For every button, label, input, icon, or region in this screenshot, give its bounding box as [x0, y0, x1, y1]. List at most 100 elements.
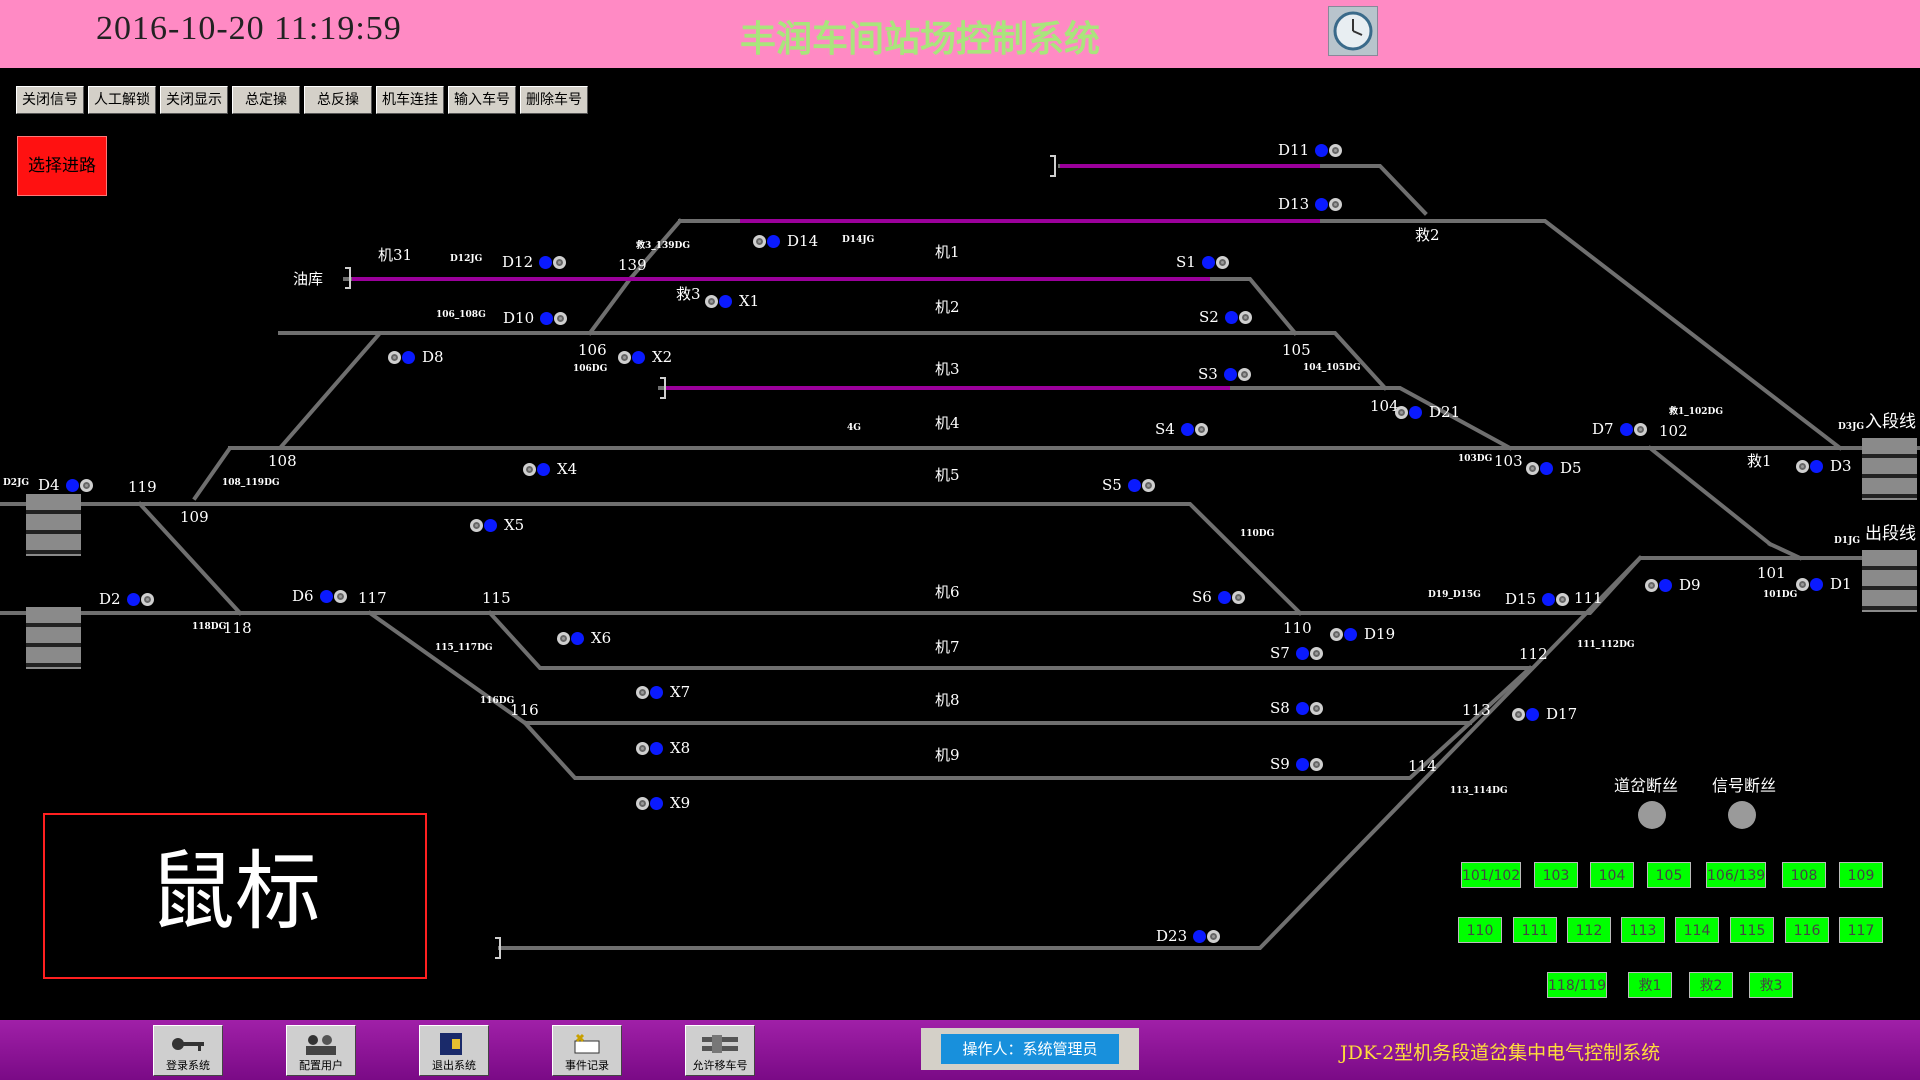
clock-icon[interactable] [1328, 6, 1378, 56]
signal-lamp-off [1309, 702, 1323, 715]
signal-D2[interactable]: D2 [99, 589, 155, 608]
signal-lamp-blue [126, 593, 140, 606]
signal-S3[interactable]: S3 [1198, 364, 1252, 383]
signal-X2[interactable]: X2 [618, 347, 672, 366]
signal-D23[interactable]: D23 [1156, 926, 1221, 945]
signal-S7[interactable]: S7 [1270, 643, 1324, 662]
signal-D3[interactable]: D3 [1796, 456, 1852, 475]
signal-D6[interactable]: D6 [292, 586, 348, 605]
signal-lamp-blue [484, 519, 497, 532]
signal-label: D7 [1592, 420, 1614, 438]
mouse-label: 鼠标 [149, 842, 321, 942]
signal-lamp-blue [537, 463, 550, 476]
signal-D15[interactable]: D15 [1505, 589, 1570, 608]
signal-lamp-off [1330, 628, 1343, 641]
signal-label: D12 [502, 253, 534, 271]
switch-label-102: 102 [1659, 422, 1688, 440]
switch-fuse-label: 道岔断丝 [1614, 776, 1679, 795]
signal-D19[interactable]: D19 [1330, 624, 1395, 643]
track-line [192, 331, 385, 501]
signal-X7[interactable]: X7 [636, 682, 690, 701]
switch-button[interactable]: 110 [1458, 917, 1502, 943]
switch-button[interactable]: 109 [1839, 862, 1883, 888]
signal-D7[interactable]: D7 [1592, 419, 1648, 438]
switch-button[interactable]: 113 [1621, 917, 1665, 943]
signal-D17[interactable]: D17 [1512, 704, 1577, 723]
signal-lamp-blue [719, 295, 732, 308]
signal-X4[interactable]: X4 [523, 459, 577, 478]
signal-X1[interactable]: X1 [705, 291, 759, 310]
exit-system-button[interactable]: 退出系统 [419, 1025, 489, 1076]
section-label: 4G [847, 423, 861, 433]
signal-lamp-off [140, 593, 154, 606]
switch-label-103: 103 [1494, 452, 1523, 470]
left-line-block-lower [26, 607, 81, 669]
signal-D14[interactable]: D14 [753, 231, 818, 250]
signal-X8[interactable]: X8 [636, 738, 690, 757]
section-label: D14JG [842, 235, 875, 245]
switch-button[interactable]: 112 [1567, 917, 1611, 943]
signal-lamp-blue [650, 742, 663, 755]
signal-S5[interactable]: S5 [1102, 475, 1156, 494]
signal-label: S2 [1199, 308, 1219, 326]
signal-D4[interactable]: D4 [38, 475, 94, 494]
signal-S9[interactable]: S9 [1270, 754, 1324, 773]
switch-button[interactable]: 114 [1675, 917, 1719, 943]
signal-D8[interactable]: D8 [388, 347, 444, 366]
switch-button[interactable]: 105 [1647, 862, 1691, 888]
signal-S6[interactable]: S6 [1192, 587, 1246, 606]
track-label-ji1: 机1 [935, 243, 960, 261]
signal-D9[interactable]: D9 [1645, 575, 1701, 594]
signal-D10[interactable]: D10 [503, 308, 568, 327]
signal-S1[interactable]: S1 [1176, 252, 1230, 271]
switch-button[interactable]: 116 [1785, 917, 1829, 943]
switch-button[interactable]: 115 [1730, 917, 1774, 943]
signal-X9[interactable]: X9 [636, 793, 690, 812]
signal-lamp-off [1231, 591, 1245, 604]
configure-users-button[interactable]: 配置用户 [286, 1025, 356, 1076]
signal-S2[interactable]: S2 [1199, 307, 1253, 326]
signal-D1[interactable]: D1 [1796, 574, 1852, 593]
signal-lamp-off [1237, 368, 1251, 381]
login-button[interactable]: 登录系统 [153, 1025, 223, 1076]
signal-lamp-off [1556, 593, 1570, 606]
switch-button[interactable]: 救2 [1689, 972, 1733, 998]
switch-button[interactable]: 救1 [1628, 972, 1672, 998]
signal-S8[interactable]: S8 [1270, 698, 1324, 717]
signal-lamp-off [1329, 144, 1343, 157]
signal-lamp-off [1238, 311, 1252, 324]
signal-label: D2 [99, 590, 121, 608]
signal-D5[interactable]: D5 [1526, 458, 1582, 477]
switch-button[interactable]: 103 [1534, 862, 1578, 888]
signal-lamp-off [470, 519, 483, 532]
signal-D21[interactable]: D21 [1395, 402, 1460, 421]
track-end-bracket [495, 937, 501, 959]
signal-D13[interactable]: D13 [1278, 194, 1343, 213]
signal-X5[interactable]: X5 [470, 515, 524, 534]
signal-lamp-off [1329, 198, 1343, 211]
switch-button[interactable]: 108 [1782, 862, 1826, 888]
track-end-bracket [1050, 155, 1056, 177]
switch-button[interactable]: 118/119 [1547, 972, 1607, 998]
jiu3-label: 救3 [676, 285, 701, 303]
switch-button[interactable]: 111 [1513, 917, 1557, 943]
switch-button[interactable]: 106/139 [1706, 862, 1766, 888]
event-log-icon [574, 1033, 600, 1054]
signal-S4[interactable]: S4 [1155, 419, 1209, 438]
switch-button[interactable]: 104 [1590, 862, 1634, 888]
signal-X6[interactable]: X6 [557, 628, 611, 647]
switch-button[interactable]: 117 [1839, 917, 1883, 943]
event-log-button[interactable]: 事件记录 [552, 1025, 622, 1076]
track-label-ji3: 机3 [935, 360, 960, 378]
signal-D11[interactable]: D11 [1278, 140, 1343, 159]
allow-move-train-button[interactable]: 允许移车号 [685, 1025, 755, 1076]
signal-lamp-off [705, 295, 718, 308]
signal-lamp-blue [1542, 593, 1556, 606]
switch-button[interactable]: 101/102 [1461, 862, 1521, 888]
section-label: 110DG [1240, 529, 1275, 539]
switch-button[interactable]: 救3 [1749, 972, 1793, 998]
signal-lamp-off [1215, 256, 1229, 269]
signal-D12[interactable]: D12 [502, 252, 567, 271]
section-label: 103DG [1458, 454, 1493, 464]
switch-label-109: 109 [180, 508, 209, 526]
